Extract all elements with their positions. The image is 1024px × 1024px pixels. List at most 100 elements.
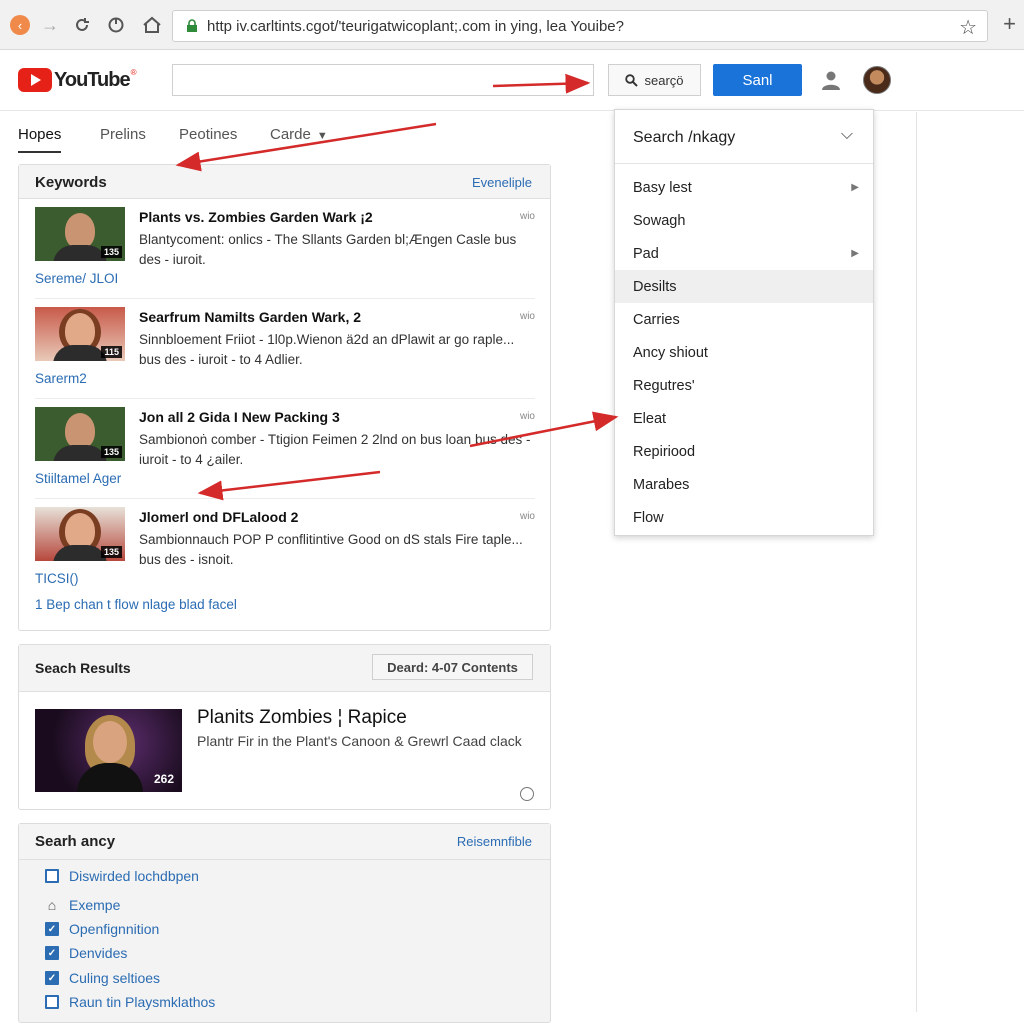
result-description: Plantr Fir in the Plant's Canoon & Grewr… — [197, 733, 522, 749]
bookmark-star-icon[interactable]: ☆ — [959, 15, 977, 40]
back-arrow-icon: ‹ — [10, 15, 30, 35]
checkbox-checked-icon[interactable]: ✓ — [45, 922, 59, 936]
menu-item[interactable]: Sowagh — [615, 204, 873, 237]
tab-carde[interactable]: Carde ▼ — [270, 126, 328, 151]
checkbox-empty-icon[interactable] — [45, 995, 59, 1009]
menu-item-label: Desilts — [633, 278, 677, 295]
checkbox-empty-icon[interactable] — [45, 869, 59, 883]
tab-label: Hopes — [18, 126, 62, 143]
panel-header-link[interactable]: Eveneliple — [472, 175, 532, 190]
avatar[interactable] — [863, 66, 891, 94]
option-label: Diswirded lochdbpen — [69, 868, 199, 884]
menu-item-label: Carries — [633, 311, 680, 328]
result-thumbnail[interactable]: 262 — [35, 709, 182, 792]
video-thumbnail[interactable]: 135 — [35, 407, 125, 461]
menu-item[interactable]: Regutres' — [615, 369, 873, 402]
video-channel-link[interactable]: Sarerm2 — [35, 371, 87, 386]
menu-item-highlighted[interactable]: Desilts — [615, 270, 873, 303]
video-thumbnail[interactable]: 135 — [35, 207, 125, 261]
menu-item[interactable]: Marabes — [615, 468, 873, 501]
option-row[interactable]: Raun tin Playsmklathos — [45, 994, 215, 1010]
keywords-footer-link[interactable]: 1 Bep chan t flow nlage blad facel — [35, 597, 237, 612]
checkbox-checked-icon[interactable]: ✓ — [45, 971, 59, 985]
logo-text: YouTube — [54, 68, 131, 91]
menu-item-label: Pad — [633, 245, 659, 262]
search-icon — [625, 73, 639, 87]
forward-button[interactable]: → — [38, 13, 62, 37]
result-title[interactable]: Planits Zombies ¦ Rapice — [197, 707, 407, 729]
column-divider — [916, 112, 917, 1012]
option-row[interactable]: Diswirded lochdbpen — [45, 868, 199, 884]
panel-title: Searh ancy — [35, 833, 116, 850]
menu-item[interactable]: Carries — [615, 303, 873, 336]
menu-item[interactable]: Basy lest ▶ — [615, 171, 873, 204]
video-list-item[interactable]: 115 Searfrum Namilts Garden Wark, 2 wio … — [35, 299, 535, 399]
panel-header-link[interactable]: Reisemnfible — [457, 834, 532, 849]
keywords-panel: Keywords Eveneliple 135 Plants vs. Zombi… — [18, 164, 551, 631]
option-row[interactable]: ✓ Denvides — [45, 945, 127, 961]
video-meta: wio — [519, 511, 535, 522]
option-label: Denvides — [69, 945, 128, 961]
video-meta: wio — [519, 211, 535, 222]
video-title[interactable]: Jon all 2 Gida I New Packing 3 — [139, 409, 340, 425]
video-thumbnail[interactable]: 115 — [35, 307, 125, 361]
search-button[interactable]: searçö — [608, 64, 701, 96]
option-row[interactable]: ✓ Culing seltioes — [45, 970, 160, 986]
menu-item[interactable]: Flow — [615, 501, 873, 534]
stop-icon — [108, 17, 124, 33]
chevron-down-icon[interactable]: ⌵ — [841, 126, 853, 144]
video-channel-link[interactable]: Stiiltamel Ager — [35, 471, 121, 486]
option-label: Culing seltioes — [69, 970, 161, 986]
video-duration: 135 — [100, 446, 122, 458]
play-logo-icon — [18, 68, 52, 92]
menu-item[interactable]: Repiriood — [615, 435, 873, 468]
video-title[interactable]: Searfrum Namilts Garden Wark, 2 — [139, 309, 361, 325]
caret-down-icon: ▼ — [316, 130, 328, 142]
video-description: Sambionoṅ comber - Ttigion Feimen 2 2lnd… — [139, 432, 531, 467]
video-meta: wio — [519, 411, 535, 422]
panel-title: Seach Results — [35, 660, 131, 676]
search-input[interactable] — [172, 64, 594, 96]
video-description: Sinnbloement Friiot - 1l0p.Wienon ä2d an… — [139, 332, 515, 367]
tab-prelins[interactable]: Prelins — [100, 126, 146, 151]
menu-item-label: Eleat — [633, 410, 667, 427]
option-label: Openfignnition — [69, 921, 160, 937]
site-header: YouTube ® searçö Sanl — [0, 51, 1024, 111]
reload-button[interactable] — [70, 13, 94, 37]
video-title[interactable]: Jlomerl ond DFLalood 2 — [139, 509, 298, 525]
video-duration: 135 — [100, 546, 122, 558]
tab-hopes[interactable]: Hopes — [18, 126, 62, 153]
video-title[interactable]: Plants vs. Zombies Garden Wark ¡2 — [139, 209, 373, 225]
youtube-logo[interactable]: YouTube ® — [18, 68, 136, 92]
panel-header: Searh ancy Reisemnfible — [19, 824, 550, 860]
menu-item-label: Repiriood — [633, 443, 696, 460]
stop-button[interactable] — [104, 13, 128, 37]
user-icon[interactable] — [820, 69, 842, 91]
menu-item-label: Basy lest — [633, 179, 692, 196]
video-list-item[interactable]: 135 Plants vs. Zombies Garden Wark ¡2 wi… — [35, 199, 535, 299]
search-category-dropdown: Search /nkagy ⌵ Basy lest ▶ Sowagh Pad ▶ D… — [614, 109, 874, 536]
back-button[interactable]: ‹ — [8, 13, 32, 37]
video-list-item[interactable]: 135 Jlomerl ond DFLalood 2 wio Sambionna… — [35, 499, 535, 599]
results-count-button[interactable]: Deard: 4-07 Contents — [372, 654, 533, 680]
tab-peotines[interactable]: Peotines — [179, 126, 237, 151]
checkbox-checked-icon[interactable]: ✓ — [45, 946, 59, 960]
video-duration: 262 — [153, 772, 174, 786]
menu-item[interactable]: Ancy shiout — [615, 336, 873, 369]
video-thumbnail[interactable]: 135 — [35, 507, 125, 561]
home-button[interactable] — [140, 13, 164, 37]
video-channel-link[interactable]: Sereme/ JLOI — [35, 271, 118, 286]
panel-header: Seach Results Deard: 4-07 Contents — [19, 645, 550, 692]
sign-in-button[interactable]: Sanl — [713, 64, 802, 96]
address-bar[interactable]: http iv.carltints.cgot/'teurigatwicoplan… — [172, 10, 988, 42]
video-list-item[interactable]: 135 Jon all 2 Gida I New Packing 3 wio S… — [35, 399, 535, 499]
menu-item-label: Sowagh — [633, 212, 686, 229]
submenu-arrow-icon: ▶ — [851, 182, 859, 193]
option-row[interactable]: ⌂ Exempe — [45, 897, 121, 913]
new-tab-icon[interactable]: + — [1003, 11, 1016, 37]
dropdown-header[interactable]: Search /nkagy ⌵ — [615, 110, 873, 164]
option-row[interactable]: ✓ Openfignnition — [45, 921, 159, 937]
menu-item[interactable]: Eleat — [615, 402, 873, 435]
video-channel-link[interactable]: TICSI() — [35, 571, 79, 586]
menu-item[interactable]: Pad ▶ — [615, 237, 873, 270]
